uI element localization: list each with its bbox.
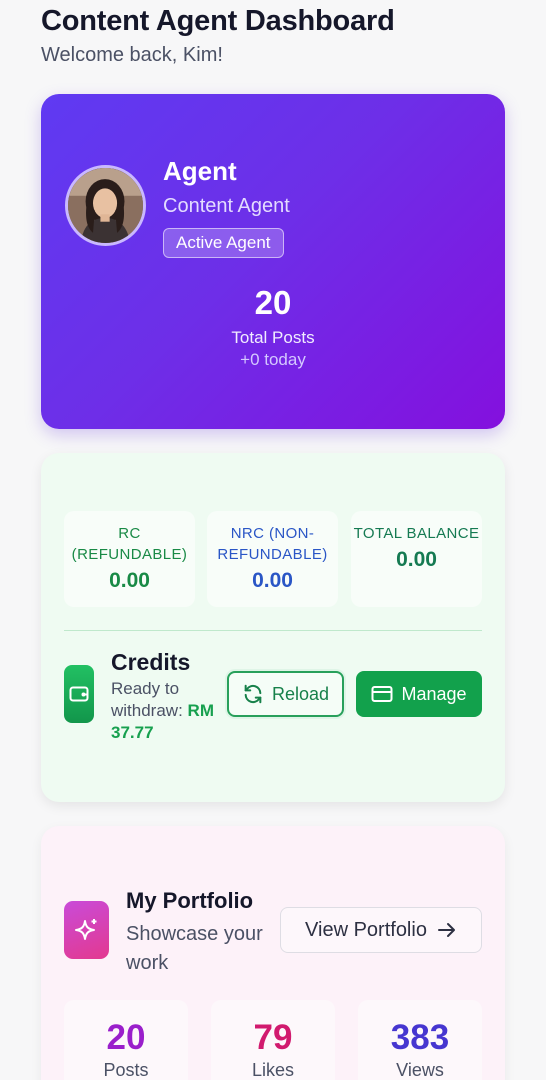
withdraw-info: Ready to withdraw: RM 37.77 [111,678,231,744]
credits-title: Credits [111,649,191,675]
posts-label: Posts [103,1060,149,1080]
avatar[interactable] [65,165,146,246]
nrc-label: NRC (NON-REFUNDABLE) [217,525,328,563]
divider [64,630,482,631]
rc-label: RC (REFUNDABLE) [71,525,188,563]
reload-label: Reload [271,683,330,704]
total-balance-label: TOTAL BALANCE [353,525,480,542]
status-badge: Active Agent [163,228,284,258]
view-portfolio-button[interactable]: View Portfolio [280,907,482,953]
rc-balance-box: RC (REFUNDABLE) 0.00 [64,511,195,607]
page-header: Content Agent Dashboard Welcome back, Ki… [41,4,521,67]
portfolio-subtitle: Showcase your work [126,923,263,974]
total-posts-label: Total Posts [231,328,315,347]
total-posts-count: 20 [254,284,292,321]
likes-label: Likes [251,1060,295,1080]
nrc-value: 0.00 [252,569,293,592]
likes-count: 79 [253,1018,293,1057]
manage-label: Manage [401,683,467,704]
welcome-message: Welcome back, Kim! [41,44,223,66]
avatar-photo [68,168,143,243]
dashboard-page: Content Agent Dashboard Welcome back, Ki… [0,0,546,1080]
credits-card: RC (REFUNDABLE) 0.00 NRC (NON-REFUNDABLE… [41,453,505,802]
nrc-balance-box: NRC (NON-REFUNDABLE) 0.00 [207,511,338,607]
likes-stat: 79 Likes [211,1000,335,1080]
views-stat: 383 Views [358,1000,482,1080]
sparkle-icon [64,901,109,959]
refresh-icon [244,684,262,704]
portfolio-card: My Portfolio Showcase your work View Por… [41,826,505,1080]
agent-profile-card: Agent Content Agent Active Agent 20 Tota… [41,94,505,429]
reload-button[interactable]: Reload [227,671,344,717]
credit-card-icon [371,686,393,702]
views-count: 383 [390,1018,450,1057]
page-title: Content Agent Dashboard [41,5,395,37]
rc-value: 0.00 [109,569,150,592]
portfolio-title: My Portfolio [126,888,254,913]
arrow-right-icon [437,923,455,937]
total-balance-box: TOTAL BALANCE 0.00 [351,511,482,607]
view-portfolio-label: View Portfolio [305,918,427,941]
wallet-icon [64,665,94,723]
agent-name: Agent [163,156,237,186]
total-balance-value: 0.00 [396,548,437,571]
withdraw-label: Ready to withdraw: [111,679,183,720]
views-label: Views [396,1060,444,1080]
agent-role: Content Agent [163,195,290,217]
posts-today: +0 today [240,350,306,369]
posts-stat: 20 Posts [64,1000,188,1080]
manage-button[interactable]: Manage [356,671,482,717]
posts-count: 20 [106,1018,146,1057]
